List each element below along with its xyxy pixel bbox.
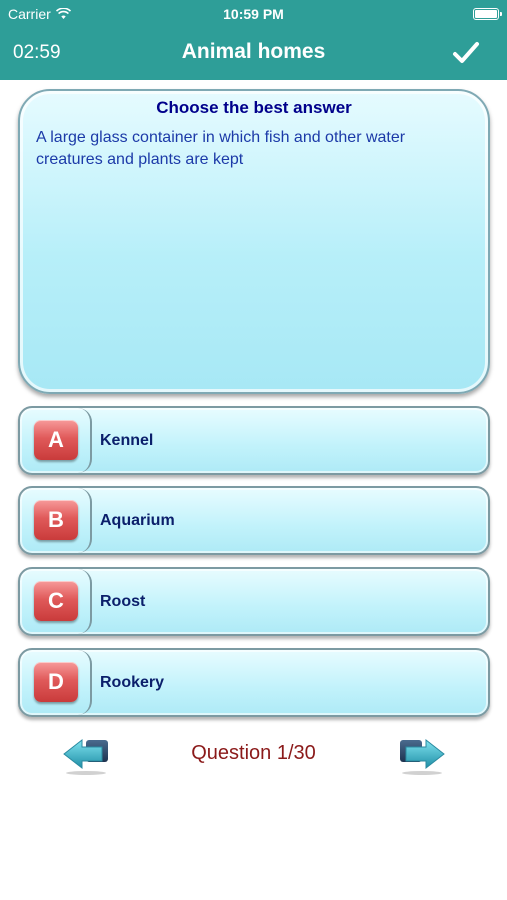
battery-icon: [473, 8, 502, 20]
checkmark-icon[interactable]: [451, 38, 481, 68]
question-text: A large glass container in which fish an…: [36, 129, 406, 168]
question-card: Choose the best answer A large glass con…: [18, 89, 490, 394]
answer-option-d[interactable]: D Rookery: [18, 648, 490, 717]
answer-letter-badge: D: [34, 662, 78, 702]
answer-letter-cell: D: [20, 650, 92, 715]
answer-label: Rookery: [100, 674, 165, 691]
answer-option-a[interactable]: A Kennel: [18, 406, 490, 475]
question-heading: Choose the best answer: [156, 98, 352, 117]
answer-letter-cell: A: [20, 408, 92, 473]
answer-letter-cell: C: [20, 569, 92, 634]
answer-label: Roost: [100, 593, 146, 610]
answer-letter-cell: B: [20, 488, 92, 553]
answer-letter-badge: A: [34, 420, 78, 460]
arrow-right-icon[interactable]: [396, 736, 446, 776]
page-title: Animal homes: [181, 40, 326, 63]
answer-label: Aquarium: [100, 512, 175, 529]
status-time: 10:59 PM: [223, 6, 284, 22]
answer-label: Kennel: [100, 432, 154, 449]
nav-bar: 02:59 Animal homes: [0, 28, 507, 80]
answer-option-b[interactable]: B Aquarium: [18, 486, 490, 555]
status-bar: Carrier 10:59 PM: [0, 0, 507, 28]
answer-letter-badge: C: [34, 581, 78, 621]
answer-letter-badge: B: [34, 500, 78, 540]
answer-option-c[interactable]: C Roost: [18, 567, 490, 636]
